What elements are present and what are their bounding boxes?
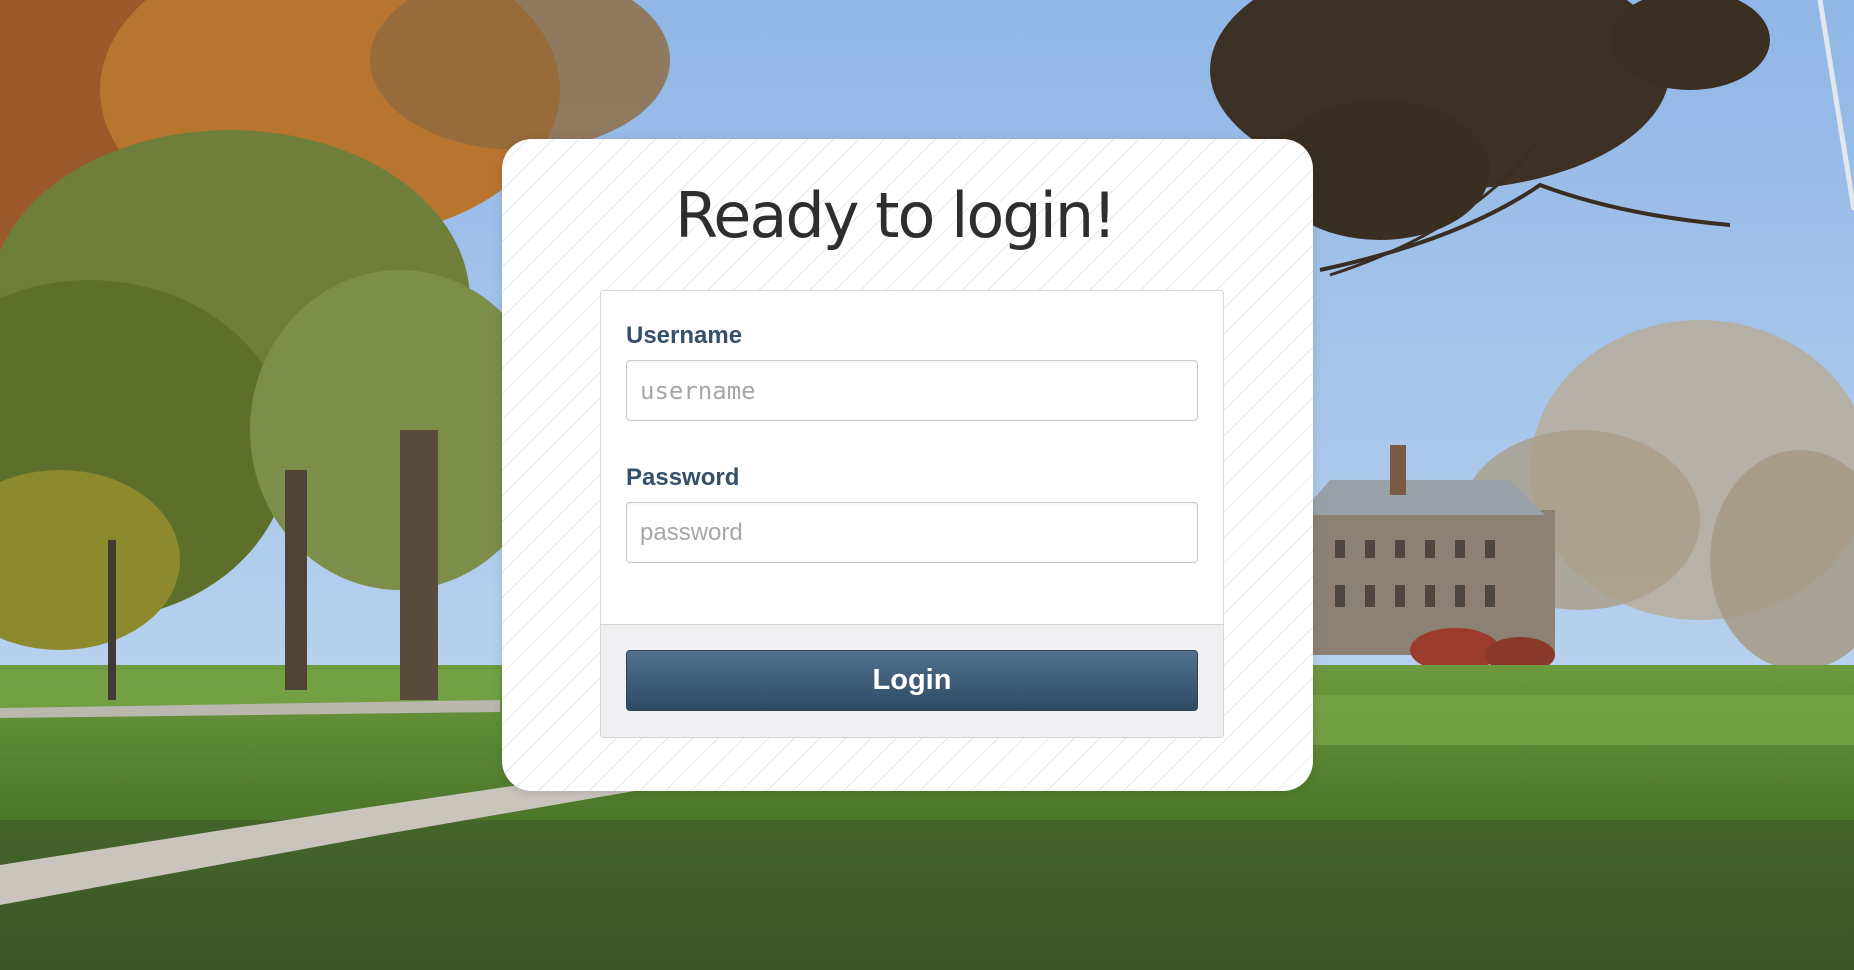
password-label: Password — [626, 464, 740, 491]
password-input[interactable] — [626, 502, 1198, 563]
page-title: Ready to login! — [674, 179, 1117, 252]
login-form: Username Password Login — [600, 290, 1224, 738]
login-card: Ready to login! Username Password Login — [502, 139, 1313, 791]
username-input[interactable] — [626, 360, 1198, 421]
username-label: Username — [626, 322, 743, 349]
form-footer: Login — [601, 624, 1223, 737]
login-button[interactable]: Login — [626, 650, 1198, 711]
